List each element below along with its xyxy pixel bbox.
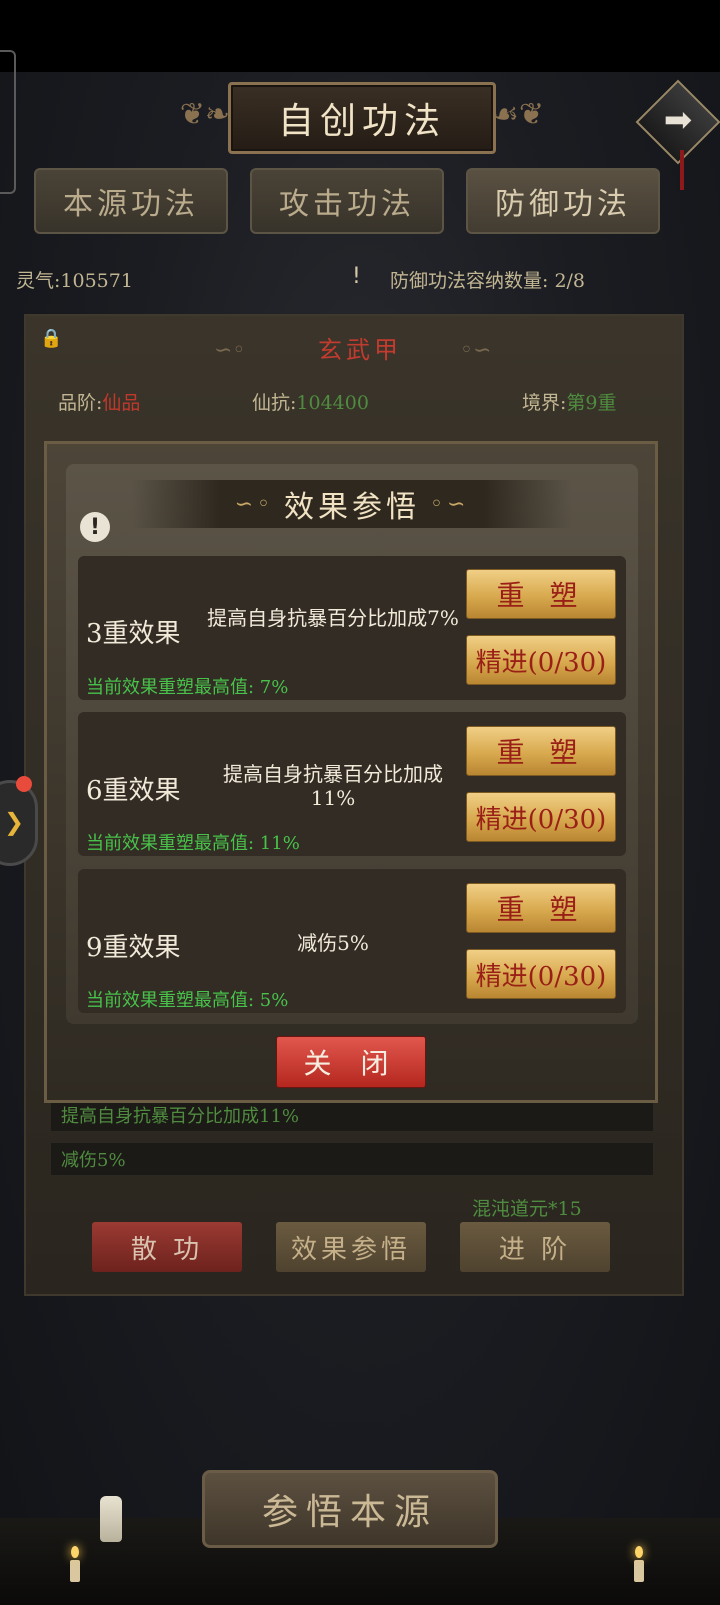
realm-stat: 境界:第9重 <box>522 388 617 415</box>
resist-label: 仙抗: <box>252 392 297 414</box>
effect-max-value: 当前效果重塑最高值: 11% <box>86 833 300 854</box>
reshape-button[interactable]: 重 塑 <box>466 883 616 933</box>
candle-decoration <box>634 1560 644 1582</box>
effect-name: 3重效果 <box>86 619 181 649</box>
dialog-title-bar: ∽◦ 效果参悟 ◦∽ <box>132 480 572 528</box>
dialog-title: 效果参悟 <box>284 490 420 525</box>
title-right-ornament-icon: ☙❦ <box>492 96 545 132</box>
effect-name: 9重效果 <box>86 933 181 963</box>
advance-cost: 混沌道元*15 <box>472 1198 582 1220</box>
grade-label: 品阶: <box>58 392 103 414</box>
status-bar-area <box>0 0 720 72</box>
comprehend-button[interactable]: 效果参悟 <box>276 1222 426 1272</box>
effect-description: 提高自身抗暴百分比加成11% <box>223 762 443 810</box>
name-right-ornament-icon: ◦∽ <box>460 338 492 363</box>
effect-line: 减伤5% <box>50 1142 654 1176</box>
comprehend-origin-button[interactable]: 参悟本源 <box>202 1470 498 1548</box>
title-ornament-right-icon: ◦∽ <box>430 491 470 517</box>
tassel-decoration <box>680 150 684 190</box>
title-left-ornament-icon: ❦❧ <box>179 96 230 132</box>
tab-defense-technique[interactable]: 防御功法 <box>466 168 660 234</box>
effect-description: 提高自身抗暴百分比加成7% <box>207 606 459 630</box>
capacity-warning-icon[interactable]: ! <box>352 264 361 289</box>
reshape-button[interactable]: 重 塑 <box>466 569 616 619</box>
info-icon[interactable]: ! <box>80 512 110 542</box>
candle-flame-icon <box>71 1546 79 1558</box>
lingqi-label: 灵气: <box>16 270 61 292</box>
realm-label: 境界: <box>522 392 567 414</box>
lock-icon[interactable]: 🔒 <box>40 328 62 350</box>
page-title: 自创功法 <box>228 82 496 154</box>
refine-button[interactable]: 精进(0/30) <box>466 635 616 685</box>
grade-value: 仙品 <box>102 392 141 414</box>
lingqi-value: 105571 <box>60 270 133 292</box>
lingqi-display: 灵气:105571 <box>16 266 133 293</box>
candle-flame-icon <box>635 1546 643 1558</box>
refine-button[interactable]: 精进(0/30) <box>466 949 616 999</box>
effect-line: 提高自身抗暴百分比加成11% <box>50 1098 654 1132</box>
reshape-button[interactable]: 重 塑 <box>466 726 616 776</box>
capacity-text: 防御功法容纳数量: 2/8 <box>390 270 586 292</box>
refine-button[interactable]: 精进(0/30) <box>466 792 616 842</box>
effect-name: 6重效果 <box>86 776 181 806</box>
notification-dot <box>16 776 32 792</box>
effect-max-value: 当前效果重塑最高值: 5% <box>86 990 289 1011</box>
close-dialog-button[interactable]: 关 闭 <box>276 1036 426 1088</box>
arrow-right-icon[interactable]: ➡ <box>656 98 700 142</box>
side-frame-decoration <box>0 50 16 194</box>
resist-stat: 仙抗:104400 <box>252 388 369 415</box>
resist-value: 104400 <box>296 392 369 414</box>
realm-value: 第9重 <box>566 392 617 414</box>
title-ornament-left-icon: ∽◦ <box>234 491 274 517</box>
grade-stat: 品阶:仙品 <box>58 388 140 415</box>
chevron-right-icon[interactable]: ❯ <box>4 808 24 836</box>
advance-button[interactable]: 进 阶 <box>460 1222 610 1272</box>
effect-max-value: 当前效果重塑最高值: 7% <box>86 677 289 698</box>
tab-attack-technique[interactable]: 攻击功法 <box>250 168 444 234</box>
bottle-decoration <box>100 1496 122 1542</box>
tab-origin-technique[interactable]: 本源功法 <box>34 168 228 234</box>
candle-decoration <box>70 1560 80 1582</box>
ability-name: 玄武甲 <box>318 336 402 364</box>
effect-description: 减伤5% <box>297 931 369 955</box>
disperse-button[interactable]: 散 功 <box>92 1222 242 1272</box>
